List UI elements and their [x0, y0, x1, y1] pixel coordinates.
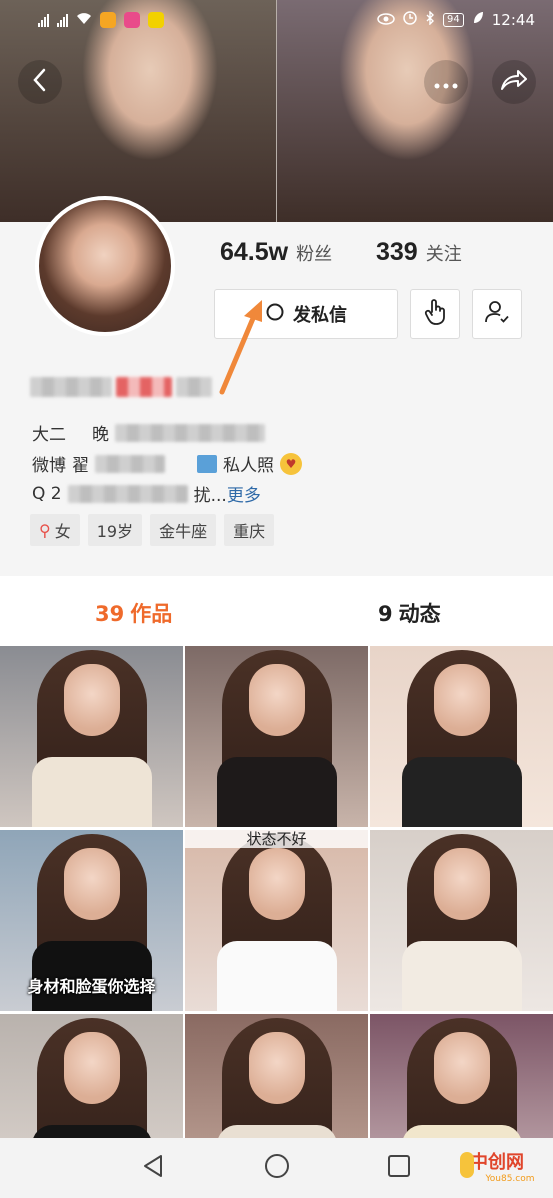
- tag-label: 重庆: [233, 522, 266, 541]
- bio-text: 翟: [72, 456, 89, 476]
- tag-city: 重庆: [224, 514, 275, 546]
- square-recent-icon: [387, 1154, 411, 1182]
- nav-recent-button[interactable]: [384, 1153, 414, 1183]
- heart-eyes-emoji-icon: ♥: [280, 452, 302, 475]
- video-overlay-text: 身材和脸蛋你选择: [27, 977, 156, 996]
- circle-home-icon: [264, 1153, 290, 1183]
- bio-line-1: 大二 晚: [32, 420, 265, 445]
- video-thumbnail[interactable]: 身材和脸蛋你选择: [0, 830, 183, 1011]
- blurred-text: [67, 484, 188, 503]
- video-thumbnail[interactable]: 状态不好: [185, 830, 368, 1011]
- bio-text: 私人照: [223, 456, 274, 476]
- tag-age: 19岁: [87, 514, 143, 546]
- tag-label: 女: [54, 522, 71, 541]
- video-caption-text: 状态不好: [185, 830, 368, 848]
- tab-count: 39: [95, 602, 125, 626]
- tag-label: 19岁: [96, 522, 134, 541]
- video-thumbnail[interactable]: [370, 830, 553, 1011]
- blurred-text: [95, 454, 165, 473]
- username-blurred: [30, 377, 212, 397]
- tag-gender: ⚲ 女: [30, 514, 80, 546]
- blurred-text: [115, 423, 265, 442]
- bio-text: Q 2: [32, 483, 62, 504]
- bio-line-2: 微博 翟 私人照 ♥: [32, 451, 302, 476]
- bio-text: 扰...: [193, 486, 227, 506]
- watermark: 中创网 You85.com: [460, 1148, 550, 1192]
- tab-label: 作品: [130, 602, 173, 626]
- video-thumbnail[interactable]: [0, 646, 183, 827]
- bio-text: 微博: [32, 456, 66, 476]
- triangle-back-icon: [142, 1154, 164, 1182]
- blurred-text: [30, 377, 112, 397]
- profile-tags: ⚲ 女 19岁 金牛座 重庆: [30, 514, 275, 546]
- tag-label: 金牛座: [159, 522, 208, 541]
- bio-line-3: Q 2 扰... 更多: [32, 481, 261, 507]
- tab-label: 动态: [398, 602, 441, 626]
- watermark-sub: You85.com: [485, 1174, 535, 1184]
- bio-text: 大二: [32, 425, 66, 445]
- bio-more-link[interactable]: 更多: [227, 481, 261, 506]
- nav-home-button[interactable]: [262, 1153, 292, 1183]
- female-icon: ⚲: [39, 520, 51, 540]
- tag-zodiac: 金牛座: [150, 514, 217, 546]
- content-tabs: 39 作品 9 动态: [0, 576, 553, 646]
- blurred-text: [116, 377, 172, 397]
- tab-moments[interactable]: 9 动态: [378, 598, 441, 628]
- nav-back-button[interactable]: [138, 1153, 168, 1183]
- watermark-logo-icon: [460, 1152, 474, 1178]
- image-icon: [197, 454, 217, 473]
- tab-count: 9: [378, 602, 393, 626]
- video-grid: 身材和脸蛋你选择 状态不好: [0, 646, 553, 1195]
- bio-text: 晚: [92, 425, 109, 445]
- video-thumbnail[interactable]: [185, 646, 368, 827]
- video-thumbnail[interactable]: [370, 646, 553, 827]
- blurred-text: [176, 377, 212, 397]
- tab-works[interactable]: 39 作品: [95, 598, 172, 628]
- watermark-main: 中创网: [470, 1152, 524, 1172]
